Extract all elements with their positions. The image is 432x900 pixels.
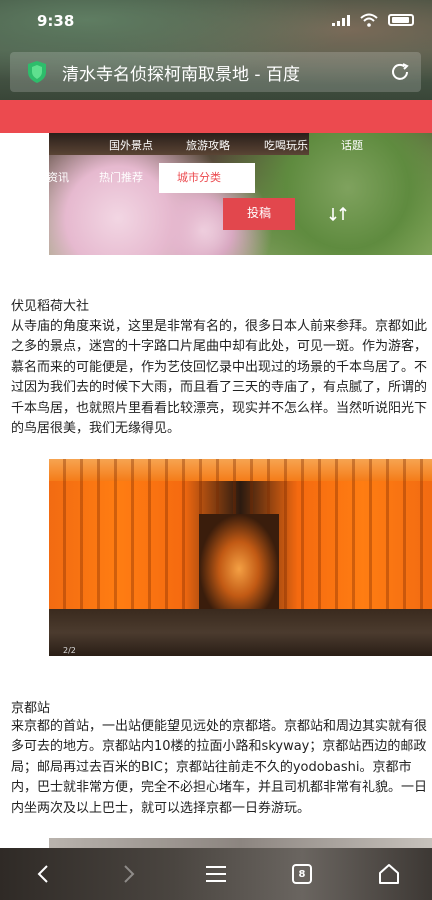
address-bar[interactable]: 清水寺名侦探柯南取景地 - 百度 bbox=[10, 52, 421, 92]
status-time: 9:38 bbox=[37, 12, 75, 30]
section-body-fushimi: 从寺庙的角度来说，这里是非常有名的，很多日本人前来参拜。京都如此之多的景点，迷宫… bbox=[11, 319, 428, 437]
city-category-button[interactable]: 城市分类 bbox=[159, 163, 255, 193]
back-button[interactable] bbox=[30, 861, 56, 887]
wifi-icon bbox=[360, 13, 378, 27]
torii-tunnel bbox=[199, 514, 279, 614]
browser-header: 9:38 清水寺名侦探柯南取景地 - 百度 bbox=[0, 0, 432, 100]
next-image-preview bbox=[49, 838, 432, 848]
tabs-button[interactable]: 8 bbox=[289, 861, 315, 887]
home-icon bbox=[379, 864, 399, 884]
section-body-kyoto-station: 来京都的首站，一出站便能望见远处的京都塔。京都站和周边其实就有很多可去的地方。京… bbox=[11, 719, 428, 816]
submit-button[interactable]: 投稿 bbox=[223, 198, 295, 230]
site-header-bar bbox=[0, 100, 432, 133]
photo-counter: 2/2 bbox=[63, 646, 76, 655]
forward-button[interactable] bbox=[116, 861, 142, 887]
nav-item-overseas[interactable]: 国外景点 bbox=[109, 137, 153, 153]
battery-icon bbox=[388, 14, 414, 26]
nav-item-food[interactable]: 吃喝玩乐 bbox=[264, 137, 308, 153]
back-icon bbox=[37, 865, 48, 883]
nav-item-news[interactable]: 资讯 bbox=[49, 169, 69, 185]
section-heading-kyoto-station: 京都站 bbox=[11, 701, 51, 716]
menu-icon bbox=[206, 866, 226, 882]
cellular-signal-icon bbox=[332, 14, 350, 26]
status-bar: 9:38 bbox=[0, 0, 432, 44]
sort-icon[interactable] bbox=[329, 205, 347, 223]
menu-button[interactable] bbox=[203, 861, 229, 887]
page-title[interactable]: 清水寺名侦探柯南取景地 - 百度 bbox=[62, 60, 300, 85]
shield-icon bbox=[28, 61, 46, 83]
home-button[interactable] bbox=[376, 861, 402, 887]
nav-item-guide[interactable]: 旅游攻略 bbox=[186, 137, 230, 153]
section-heading-fushimi: 伏见稻荷大社 bbox=[11, 299, 90, 314]
stone-path bbox=[49, 609, 432, 656]
forward-icon bbox=[124, 865, 135, 883]
nav-item-popular[interactable]: 热门推荐 bbox=[99, 169, 143, 185]
status-icons bbox=[332, 13, 414, 27]
torii-gate-photo[interactable]: 2/2 bbox=[49, 459, 432, 656]
browser-bottom-nav: 8 bbox=[0, 848, 432, 900]
hero-nav-row: 国外景点 旅游攻略 吃喝玩乐 话题 bbox=[49, 137, 432, 155]
hero-banner: 国外景点 旅游攻略 吃喝玩乐 话题 资讯 热门推荐 城市分类 投稿 bbox=[49, 133, 432, 255]
tabs-icon: 8 bbox=[292, 864, 312, 884]
nav-item-topic[interactable]: 话题 bbox=[341, 137, 363, 153]
refresh-icon[interactable] bbox=[389, 61, 411, 83]
